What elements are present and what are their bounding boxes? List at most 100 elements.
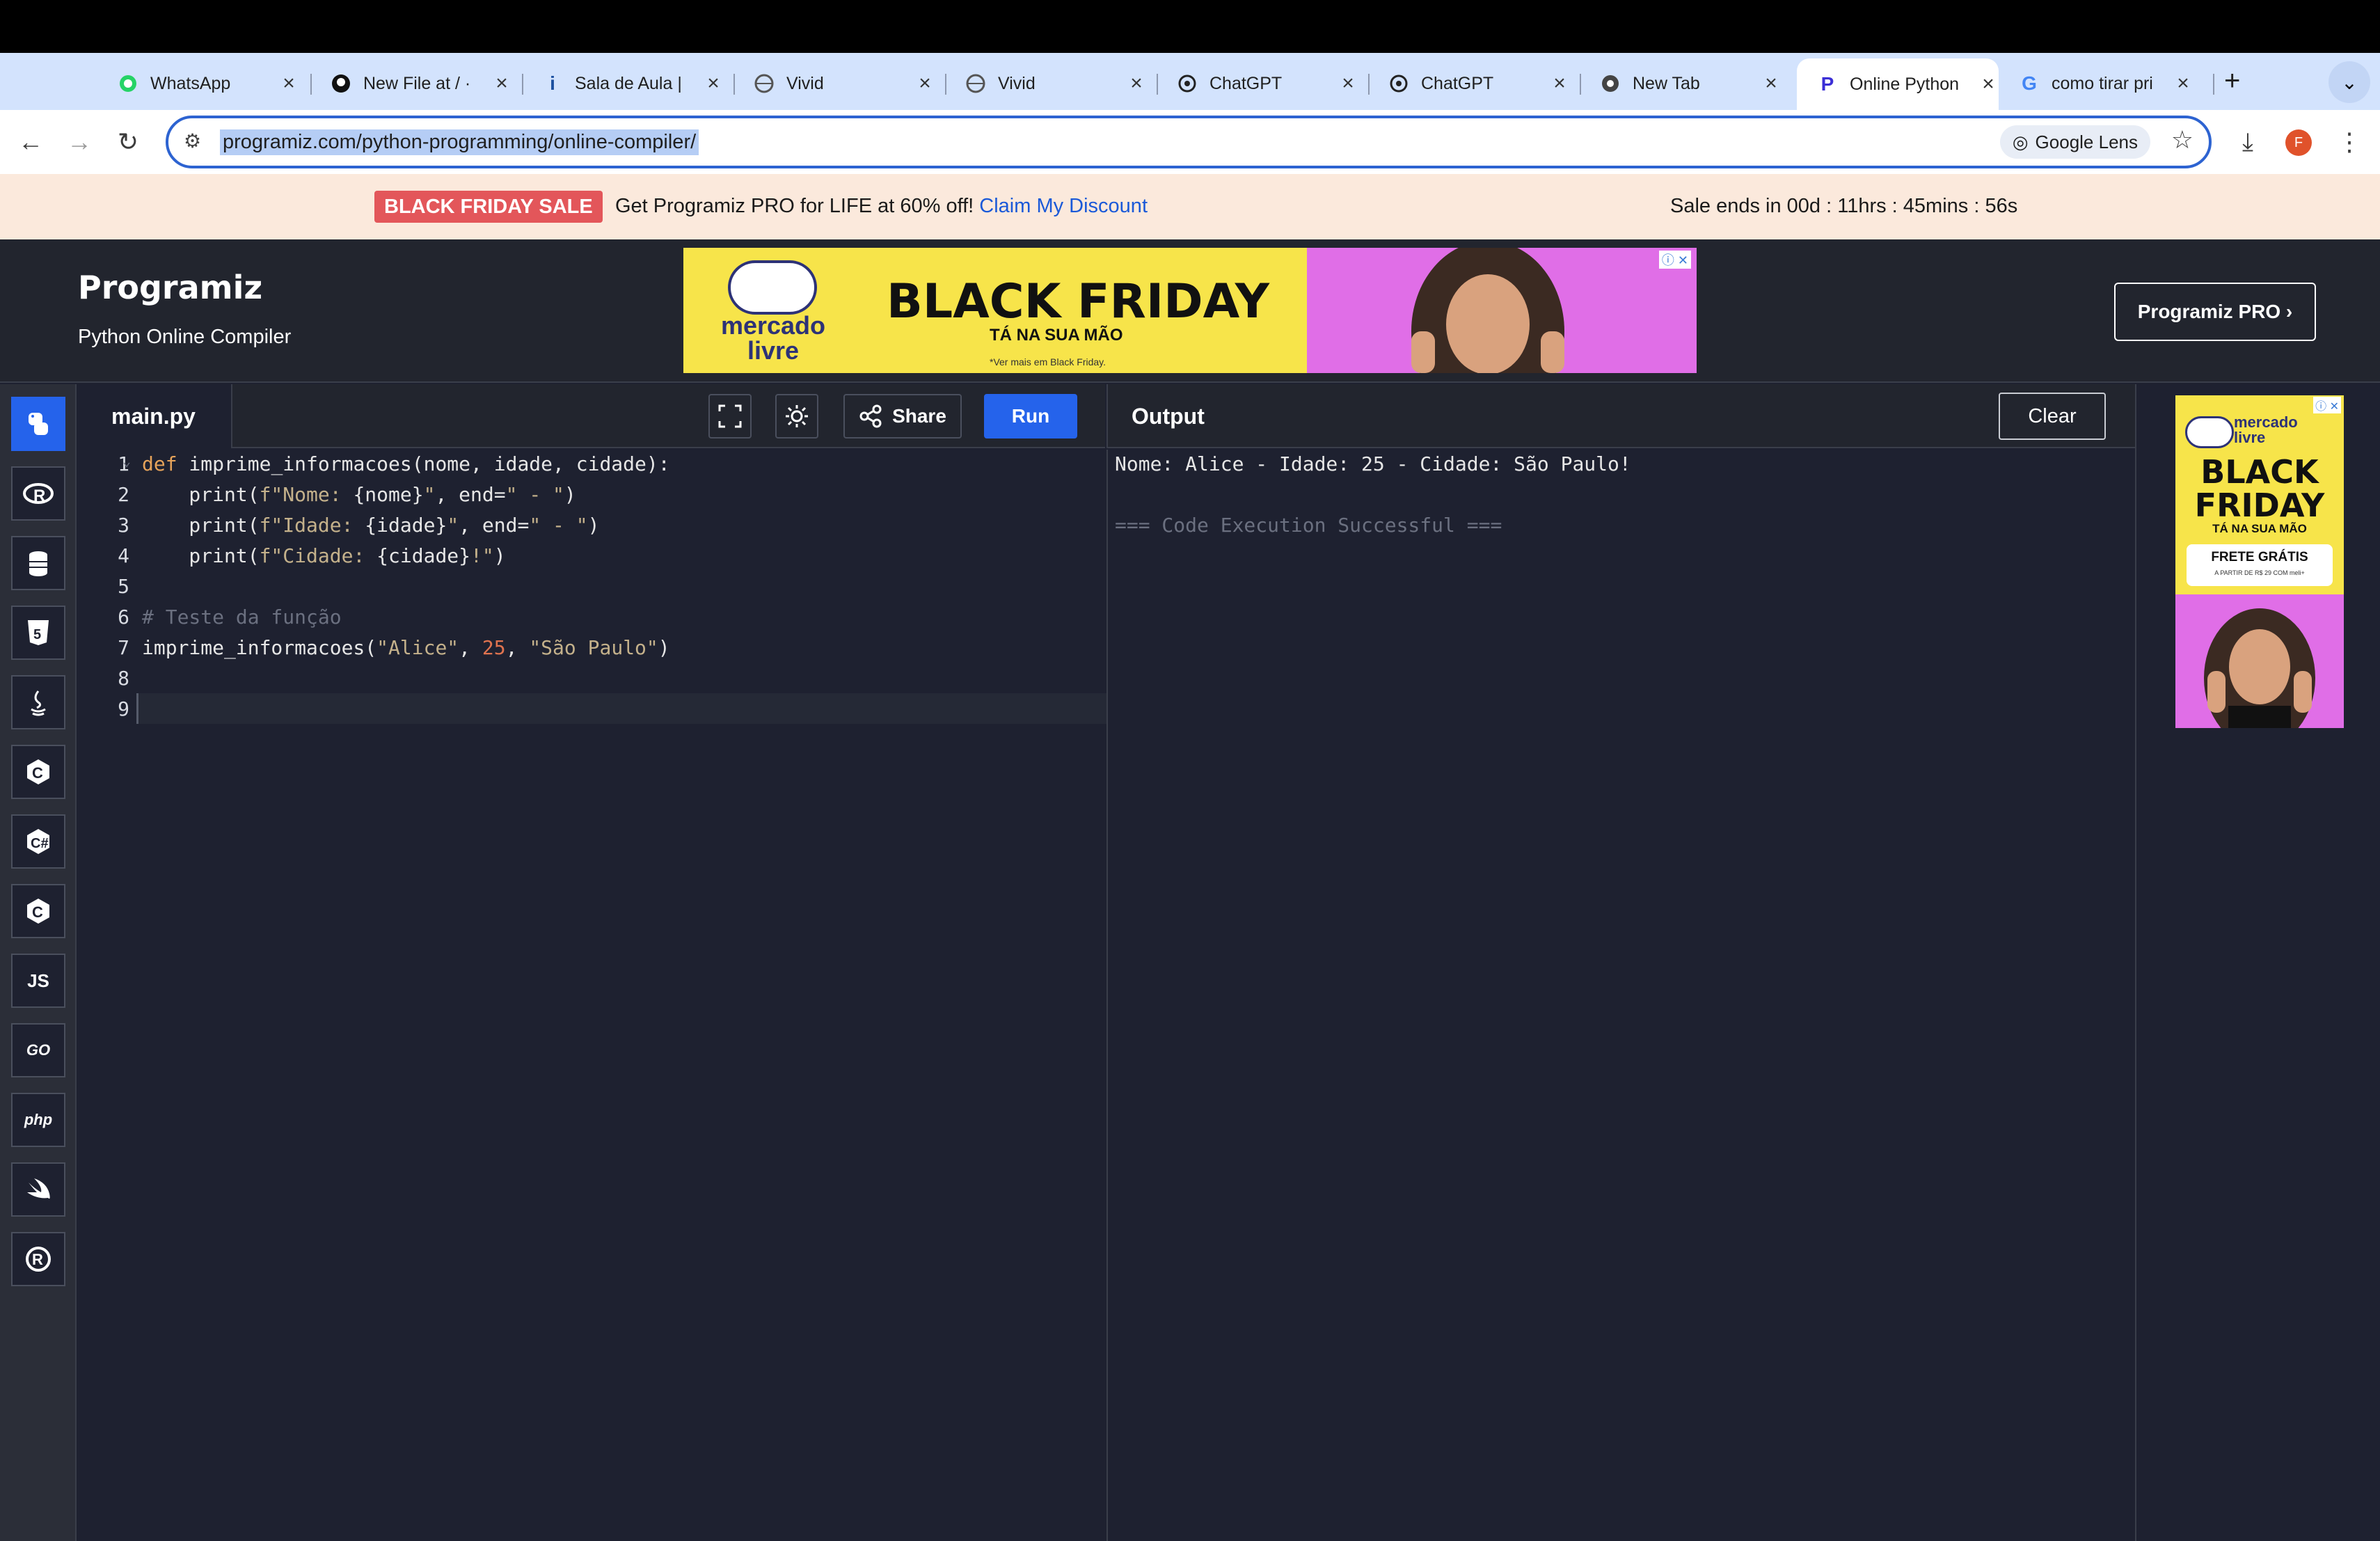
fullscreen-icon — [718, 404, 742, 428]
browser-tab-sala[interactable]: i Sala de Aula | × — [522, 63, 724, 104]
browser-tab-strip: WhatsApp × New File at / · × i Sala de A… — [0, 53, 2380, 110]
arrow-right-icon: → — [67, 127, 92, 156]
rust-icon[interactable]: R — [11, 1232, 65, 1286]
ad-choices-icon[interactable]: ⓘ ✕ — [2313, 397, 2341, 413]
browser-tab-online-python[interactable]: P Online Python × — [1797, 58, 1999, 110]
browser-tab-vivid-1[interactable]: Vivid × — [733, 63, 935, 104]
line-number: 4 — [118, 544, 129, 567]
c-icon[interactable]: C — [11, 745, 65, 799]
close-icon[interactable]: × — [1338, 72, 1358, 95]
address-bar[interactable]: ⚙ programiz.com/python-programming/onlin… — [166, 116, 2212, 168]
profile-avatar[interactable]: F — [2285, 129, 2312, 156]
back-button[interactable]: ← — [13, 124, 49, 160]
code-line-4: print(f"Cidade: {cidade}!") — [142, 544, 506, 567]
html-icon[interactable]: 5 — [11, 606, 65, 660]
site-settings-icon[interactable]: ⚙ — [184, 129, 201, 152]
download-icon: ⤓ — [2242, 127, 2253, 156]
line-number: 9 — [118, 697, 129, 720]
svg-text:C#: C# — [31, 836, 49, 851]
run-button[interactable]: Run — [984, 394, 1077, 438]
line-number: 5 — [118, 575, 129, 598]
r-icon[interactable]: R — [11, 466, 65, 521]
close-icon[interactable]: × — [1126, 72, 1147, 95]
svg-text:C: C — [32, 764, 43, 782]
browser-menu-button[interactable]: ⋮ — [2331, 124, 2367, 160]
side-ad-brand: mercado livre — [2234, 413, 2298, 446]
browser-tab-github[interactable]: New File at / · × — [310, 63, 512, 104]
browser-tab-vivid-2[interactable]: Vivid × — [945, 63, 1147, 104]
programiz-pro-button[interactable]: Programiz PRO › — [2114, 283, 2316, 341]
close-icon[interactable]: × — [703, 72, 724, 95]
ad-choices-icon[interactable]: ⓘ ✕ — [1658, 251, 1691, 269]
programiz-logo[interactable]: Programiz — [78, 269, 262, 306]
reload-button[interactable]: ↻ — [110, 124, 146, 160]
tab-title: ChatGPT — [1421, 73, 1494, 93]
line-number: 3 — [118, 514, 129, 537]
theme-toggle-button[interactable] — [775, 394, 818, 438]
info-icon: i — [550, 72, 555, 94]
cpp-icon[interactable]: C — [11, 884, 65, 938]
new-tab-button[interactable]: + — [2224, 65, 2240, 97]
close-icon[interactable]: × — [914, 72, 935, 95]
csharp-icon[interactable]: C# — [11, 814, 65, 869]
swift-icon[interactable] — [11, 1162, 65, 1217]
sun-icon — [786, 405, 808, 427]
tab-title: WhatsApp — [150, 73, 231, 93]
google-lens-button[interactable]: ◎ Google Lens — [1999, 125, 2150, 159]
url-text[interactable]: programiz.com/python-programming/online-… — [220, 129, 699, 155]
output-line: Nome: Alice - Idade: 25 - Cidade: São Pa… — [1115, 452, 1631, 475]
reload-icon: ↻ — [117, 127, 139, 156]
bookmark-star-icon[interactable]: ☆ — [2171, 125, 2193, 155]
ad-brand: mercado livre — [720, 311, 826, 365]
line-number: 7 — [118, 636, 129, 659]
output-title: Output — [1132, 404, 1205, 429]
share-icon — [859, 404, 882, 428]
close-icon[interactable]: × — [1761, 72, 1782, 95]
fullscreen-button[interactable] — [708, 394, 752, 438]
svg-text:C: C — [32, 903, 43, 921]
python-icon[interactable] — [11, 397, 65, 451]
close-icon[interactable]: × — [2173, 72, 2193, 95]
code-line-2: print(f"Nome: {nome}", end=" - ") — [142, 483, 576, 506]
downloads-button[interactable]: ⤓ — [2230, 124, 2266, 160]
forward-button[interactable]: → — [61, 124, 97, 160]
share-label: Share — [892, 405, 946, 427]
sale-timer: Sale ends in 00d : 11hrs : 45mins : 56s — [1670, 195, 2018, 217]
tab-search-button[interactable]: ⌄ — [2329, 61, 2370, 103]
close-icon[interactable]: × — [278, 72, 299, 95]
ad-model-area — [1307, 248, 1697, 373]
page-subtitle: Python Online Compiler — [78, 326, 292, 348]
code-line-3: print(f"Idade: {idade}", end=" - ") — [142, 514, 600, 537]
svg-text:R: R — [32, 1251, 43, 1268]
sql-icon[interactable] — [11, 536, 65, 590]
programiz-icon: P — [1820, 73, 1834, 95]
browser-tab-new-tab[interactable]: New Tab × — [1580, 63, 1782, 104]
claim-discount-link[interactable]: Claim My Discount — [979, 195, 1148, 217]
close-icon[interactable]: × — [491, 72, 512, 95]
handshake-logo-icon — [728, 260, 817, 315]
side-ad-headline: BLACK FRIDAY — [2194, 453, 2325, 524]
browser-tab-chatgpt-1[interactable]: ChatGPT × — [1157, 63, 1358, 104]
clear-button[interactable]: Clear — [1999, 393, 2106, 440]
go-icon[interactable]: GO — [11, 1023, 65, 1077]
java-icon[interactable] — [11, 675, 65, 729]
share-button[interactable]: Share — [843, 394, 962, 438]
code-editor[interactable]: 1 2 3 4 5 6 7 8 9 ⌄ def imprime_informac… — [78, 450, 1107, 1541]
ad-headline: BLACK FRIDAY — [887, 274, 1269, 329]
browser-tab-chatgpt-2[interactable]: ChatGPT × — [1368, 63, 1570, 104]
js-icon[interactable]: JS — [11, 954, 65, 1008]
side-ad-banner[interactable]: mercado livre BLACK FRIDAY TÁ NA SUA MÃO… — [2175, 395, 2344, 728]
file-tab-main-py[interactable]: main.py — [78, 384, 232, 448]
output-toolbar: Output Clear — [1106, 384, 2135, 448]
fold-toggle-icon[interactable]: ⌄ — [122, 452, 131, 469]
browser-tab-google[interactable]: G como tirar pri × — [1999, 63, 2193, 104]
header-ad-banner[interactable]: mercado livre BLACK FRIDAY TÁ NA SUA MÃO… — [683, 248, 1697, 373]
ad-fine-print: *Ver mais em Black Friday. — [990, 356, 1106, 368]
side-ad-offer: FRETE GRÁTIS — [2211, 550, 2308, 564]
close-icon[interactable]: × — [1978, 72, 1999, 96]
svg-text:R: R — [33, 487, 45, 505]
browser-tab-whatsapp[interactable]: WhatsApp × — [97, 63, 299, 104]
close-icon[interactable]: × — [1549, 72, 1570, 95]
php-icon[interactable]: php — [11, 1093, 65, 1147]
chevron-down-icon: ⌄ — [2341, 71, 2358, 93]
